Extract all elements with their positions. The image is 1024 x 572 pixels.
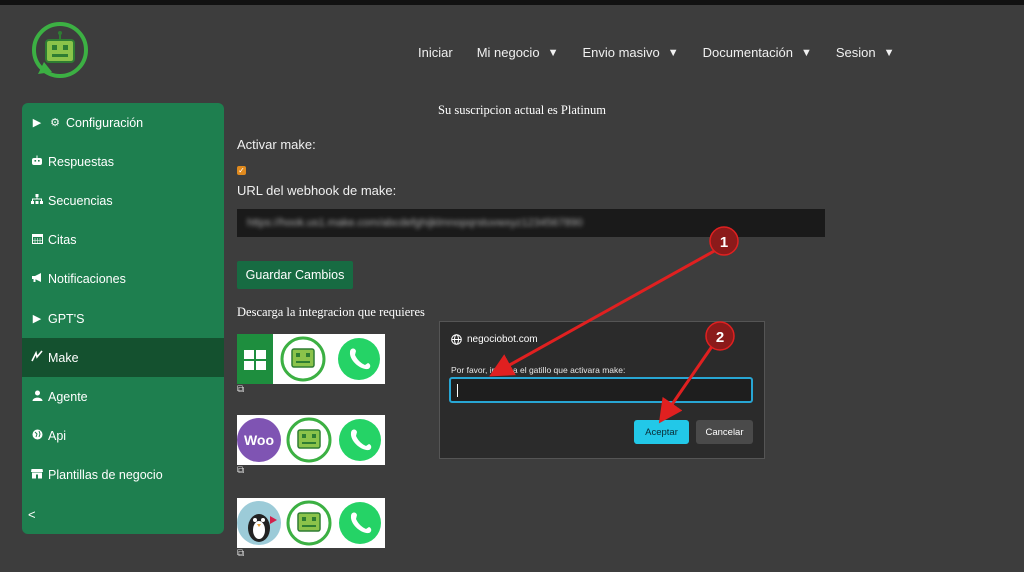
integration-image: Woo [237, 417, 381, 463]
caret-down-icon: ▼ [547, 46, 559, 59]
sidebar-item-label: Citas [48, 233, 77, 248]
sidebar-item-label: Configuración [66, 115, 144, 130]
sidebar-item-label: Api [48, 429, 67, 444]
sidebar-item-label: Plantillas de negocio [48, 468, 163, 483]
nav-label: Documentación [702, 45, 793, 60]
prompt-dialog: negociobot.com Por favor, ingresa el gat… [439, 321, 765, 459]
nav-item-envio-masivo[interactable]: Envio masivo ▼ [582, 45, 678, 60]
user-icon [30, 390, 44, 404]
external-link-icon[interactable]: ⧉ [237, 384, 244, 395]
sidebar-collapse-button[interactable]: < [22, 495, 224, 534]
nav-label: Iniciar [418, 45, 453, 60]
nav-item-iniciar[interactable]: Iniciar [418, 45, 453, 60]
sidebar-item-label: Respuestas [48, 154, 115, 169]
sidebar-item-agente[interactable]: Agente [22, 377, 224, 416]
sidebar-item-api[interactable]: Api [22, 417, 224, 456]
integration-card-sheets[interactable] [237, 334, 385, 384]
robot-icon [30, 155, 44, 169]
caret-down-icon: ▼ [800, 46, 812, 59]
webhook-url-value: https://hook.us1.make.com/abcdefghijklmn… [247, 217, 583, 229]
integration-card-woocommerce[interactable]: Woo [237, 415, 385, 465]
save-changes-button[interactable]: Guardar Cambios [237, 261, 353, 289]
store-icon [30, 468, 44, 482]
sidebar: ▶ ⚙ Configuración Respuestas Secuencias … [22, 103, 224, 534]
sidebar-item-plantillas[interactable]: Plantillas de negocio [22, 456, 224, 495]
sidebar-item-secuencias[interactable]: Secuencias [22, 181, 224, 220]
dialog-message: Por favor, ingresa el gatillo que activa… [451, 365, 626, 375]
subscription-status: Su suscripcion actual es Platinum [438, 103, 607, 117]
expand-arrow-icon: ▶ [32, 313, 42, 326]
download-title: Descarga la integracion que requieres [237, 305, 425, 319]
integration-image [237, 334, 380, 384]
globe-icon [30, 429, 44, 443]
sitemap-icon [30, 193, 44, 208]
nav-label: Mi negocio [476, 45, 540, 60]
sidebar-item-respuestas[interactable]: Respuestas [22, 142, 224, 181]
external-link-icon[interactable]: ⧉ [237, 465, 244, 476]
webhook-url-field[interactable]: https://hook.us1.make.com/abcdefghijklmn… [237, 209, 825, 237]
webhook-label: URL del webhook de make: [237, 183, 397, 198]
nav-label: Sesion [835, 45, 876, 60]
sidebar-item-label: Make [48, 350, 79, 365]
accept-button[interactable]: Aceptar [634, 420, 689, 444]
expand-arrow-icon: ▶ [32, 117, 42, 130]
caret-down-icon: ▼ [883, 46, 895, 59]
nav-label: Envio masivo [582, 45, 660, 60]
activate-checkbox[interactable]: ✓ [237, 166, 246, 175]
sidebar-item-configuracion[interactable]: ▶ ⚙ Configuración [22, 103, 224, 142]
sidebar-item-label: Secuencias [48, 193, 113, 208]
sidebar-item-make[interactable]: Make [22, 338, 224, 378]
dialog-site-label: negociobot.com [467, 334, 538, 345]
main-nav: Iniciar Mi negocio ▼ Envio masivo ▼ Docume… [418, 45, 895, 60]
integration-card-prestashop[interactable] [237, 498, 385, 548]
integration-image [237, 500, 381, 546]
logo-icon[interactable] [30, 22, 90, 82]
sidebar-item-label: GPT'S [48, 311, 85, 326]
gear-icon: ⚙ [50, 117, 60, 130]
sidebar-item-label: Agente [48, 389, 88, 404]
sidebar-item-citas[interactable]: Citas [22, 221, 224, 260]
svg-text:Woo: Woo [244, 432, 274, 448]
activate-label: Activar make: [237, 137, 316, 152]
nav-item-documentacion[interactable]: Documentación ▼ [703, 45, 812, 60]
text-cursor [457, 384, 458, 397]
sidebar-item-notificaciones[interactable]: Notificaciones [22, 260, 224, 299]
nav-item-mi-negocio[interactable]: Mi negocio ▼ [477, 45, 559, 60]
caret-down-icon: ▼ [667, 46, 679, 59]
globe-icon [451, 334, 462, 345]
make-icon [30, 350, 44, 365]
dialog-origin: negociobot.com [451, 334, 538, 345]
nav-item-sesion[interactable]: Sesion ▼ [836, 45, 895, 60]
external-link-icon[interactable]: ⧉ [237, 548, 244, 559]
calendar-icon [30, 233, 44, 247]
top-border [0, 0, 1024, 5]
bullhorn-icon [30, 272, 44, 286]
sidebar-item-gpts[interactable]: ▶ GPT'S [22, 299, 224, 338]
dialog-input[interactable] [449, 377, 753, 403]
cancel-button[interactable]: Cancelar [696, 420, 753, 444]
sidebar-item-label: Notificaciones [48, 272, 126, 287]
